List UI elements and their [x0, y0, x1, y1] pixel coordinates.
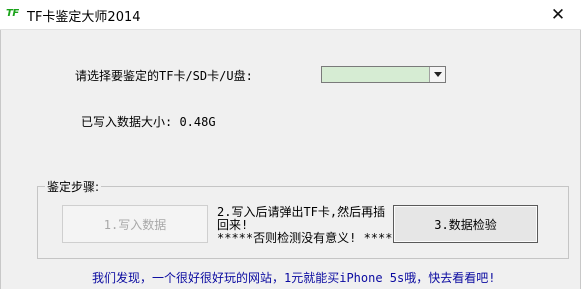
- steps-group-title: 鉴定步骤:: [45, 178, 102, 195]
- drive-select[interactable]: [321, 66, 446, 83]
- title-bar: TF TF卡鉴定大师2014 ✕: [0, 0, 581, 30]
- promo-link[interactable]: 我们发现，一个很好很好玩的网站，1元就能买iPhone 5s哦，快去看看吧!: [92, 269, 495, 286]
- chevron-down-icon[interactable]: [429, 67, 445, 82]
- app-logo-icon: TF: [6, 8, 19, 19]
- verify-data-button[interactable]: 3.数据检验: [393, 205, 538, 243]
- drive-select-label: 请选择要鉴定的TF卡/SD卡/U盘:: [75, 69, 253, 83]
- close-icon: ✕: [550, 4, 566, 25]
- instruction-line-3: *****否则检测没有意义! *****: [217, 231, 400, 245]
- written-size-label: 已写入数据大小: 0.48G: [81, 115, 216, 129]
- step-instructions: 2.写入后请弹出TF卡,然后再插 回来! *****否则检测没有意义! ****…: [217, 206, 400, 245]
- window-title: TF卡鉴定大师2014: [27, 10, 141, 25]
- window-border-left: [0, 0, 1, 289]
- write-data-button[interactable]: 1.写入数据: [62, 205, 208, 243]
- close-button[interactable]: ✕: [535, 0, 581, 29]
